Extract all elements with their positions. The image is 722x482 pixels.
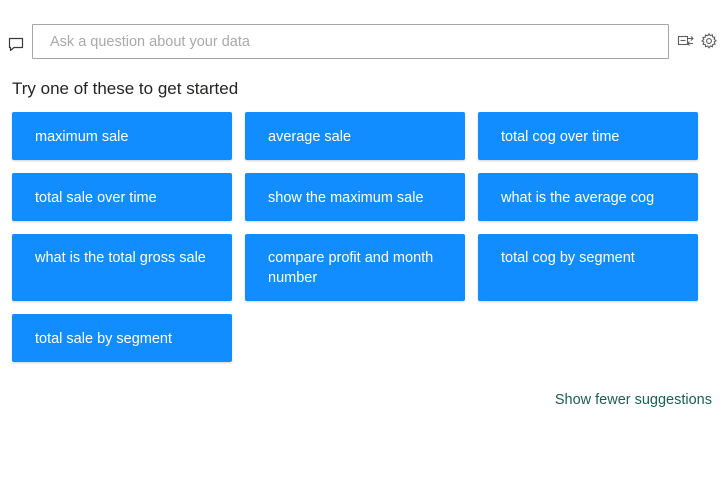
show-fewer-suggestions-link[interactable]: Show fewer suggestions bbox=[555, 392, 712, 408]
suggestions-heading: Try one of these to get started bbox=[12, 79, 239, 98]
suggestion-chip[interactable]: what is the total gross sale bbox=[12, 234, 232, 301]
suggestion-chip[interactable]: total sale by segment bbox=[12, 314, 232, 362]
suggestion-chip[interactable]: average sale bbox=[245, 112, 465, 160]
gear-icon[interactable] bbox=[700, 32, 718, 50]
suggestion-grid: maximum sale average sale total cog over… bbox=[12, 112, 699, 362]
suggestion-chip[interactable]: total cog by segment bbox=[478, 234, 698, 301]
convert-to-visual-icon[interactable] bbox=[677, 32, 695, 50]
qa-visual: Try one of these to get started maximum … bbox=[0, 0, 722, 482]
suggestion-chip[interactable]: compare profit and month number bbox=[245, 234, 465, 301]
chat-bubble-icon bbox=[8, 37, 24, 52]
suggestion-chip[interactable]: what is the average cog bbox=[478, 173, 698, 221]
suggestion-chip[interactable]: maximum sale bbox=[12, 112, 232, 160]
suggestion-chip[interactable]: total cog over time bbox=[478, 112, 698, 160]
question-input[interactable] bbox=[32, 24, 669, 59]
suggestion-chip[interactable]: show the maximum sale bbox=[245, 173, 465, 221]
suggestion-chip[interactable]: total sale over time bbox=[12, 173, 232, 221]
